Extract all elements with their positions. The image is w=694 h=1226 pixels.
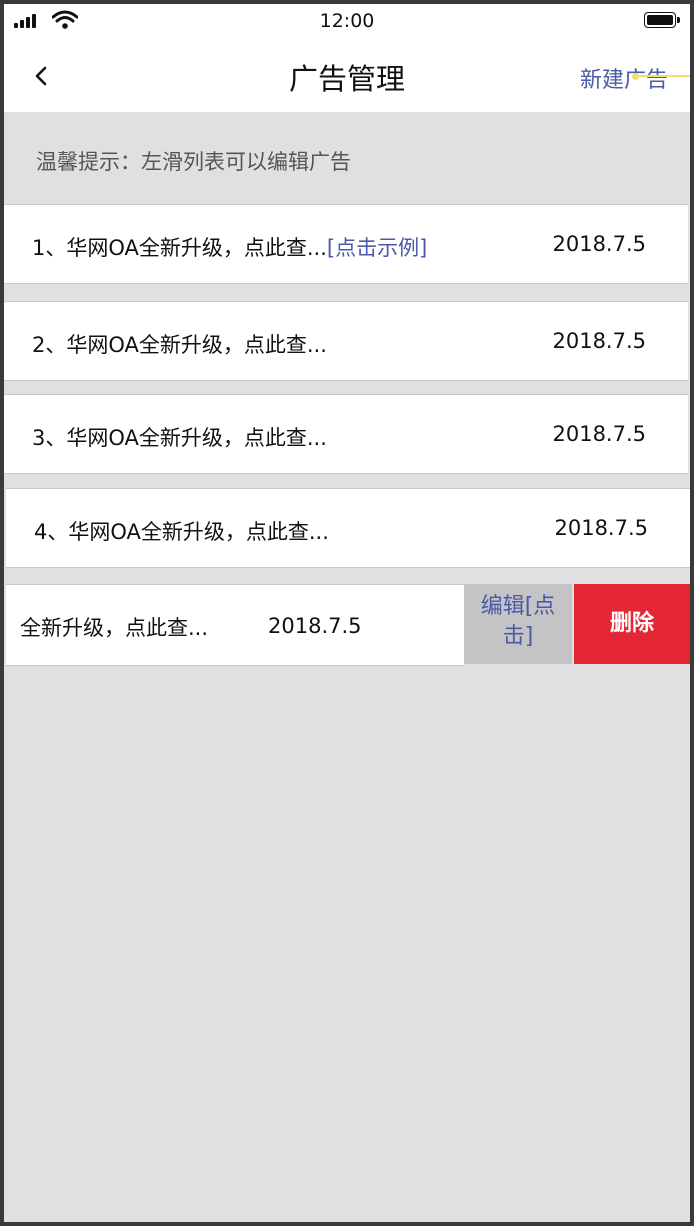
ad-title: 3、华网OA全新升级，点此查... (32, 426, 327, 450)
ad-list-item[interactable]: 1、华网OA全新升级，点此查...[点击示例] 2018.7.5 (4, 204, 688, 284)
edit-label-line2: 击] (502, 624, 534, 649)
ad-date: 2018.7.5 (552, 422, 646, 446)
swiped-item-content[interactable]: 全新升级，点此查... 2018.7.5 (6, 584, 464, 666)
ad-title: 2、华网OA全新升级，点此查... (32, 333, 327, 357)
battery-icon (644, 12, 680, 28)
swiped-ad-list-item[interactable]: 全新升级，点此查... 2018.7.5 编辑[点 击] 删除 (6, 584, 690, 666)
new-ad-button[interactable]: 新建广告 (580, 62, 668, 94)
status-time: 12:00 (319, 10, 375, 32)
ad-date: 2018.7.5 (554, 516, 648, 540)
ad-title: 1、华网OA全新升级，点此查...[点击示例] (32, 232, 427, 262)
example-link[interactable]: [点击示例] (327, 236, 427, 260)
ad-list-item[interactable]: 3、华网OA全新升级，点此查... 2018.7.5 (4, 394, 688, 474)
nav-bar: 广告管理 新建广告 (4, 40, 690, 112)
annotation-dot (632, 73, 639, 80)
ad-date: 2018.7.5 (552, 232, 646, 256)
edit-label-line1: 编辑[点 (480, 594, 556, 619)
edit-button[interactable]: 编辑[点 击] (464, 584, 572, 664)
ad-date: 2018.7.5 (552, 329, 646, 353)
ad-title: 全新升级，点此查... (20, 616, 209, 640)
ad-list-item[interactable]: 2、华网OA全新升级，点此查... 2018.7.5 (4, 301, 688, 381)
annotation-line (638, 75, 690, 77)
ad-date: 2018.7.5 (268, 614, 362, 638)
app-screen: 12:00 广告管理 新建广告 温馨提示：左滑列表可以编辑广告 1、华网OA全新… (4, 4, 690, 1222)
ad-title-text: 1、华网OA全新升级，点此查... (32, 236, 327, 260)
status-bar: 12:00 (4, 4, 690, 40)
ad-list-item[interactable]: 4、华网OA全新升级，点此查... 2018.7.5 (6, 488, 690, 568)
delete-button[interactable]: 删除 (574, 584, 690, 664)
ad-title: 4、华网OA全新升级，点此查... (34, 520, 329, 544)
tip-text: 温馨提示：左滑列表可以编辑广告 (36, 150, 351, 174)
